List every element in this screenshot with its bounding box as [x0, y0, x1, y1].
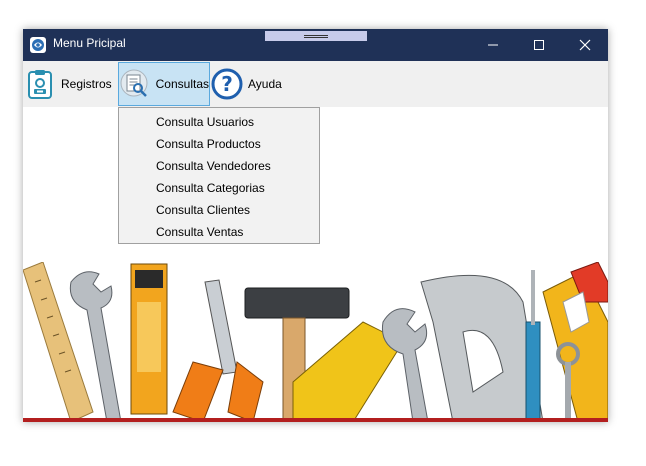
minimize-button[interactable] [470, 29, 516, 61]
dropdown-item-consulta-categorias[interactable]: Consulta Categorias [119, 177, 319, 199]
maximize-button[interactable] [516, 29, 562, 61]
menu-item-ayuda[interactable]: ? Ayuda [210, 62, 286, 106]
menu-item-label: Ayuda [248, 77, 282, 91]
svg-text:?: ? [221, 72, 233, 96]
dropdown-item-consulta-productos[interactable]: Consulta Productos [119, 133, 319, 155]
maximize-icon [534, 40, 544, 50]
window-title: Menu Pricipal [53, 36, 126, 50]
menu-item-registros[interactable]: Registros [23, 62, 115, 106]
main-window: Menu Pricipal Registros Consultas ? Ayud… [23, 29, 608, 422]
document-search-icon [119, 67, 152, 101]
clipboard-id-icon [23, 67, 57, 101]
title-bar[interactable]: Menu Pricipal [23, 29, 608, 61]
dropdown-item-consulta-ventas[interactable]: Consulta Ventas [119, 221, 319, 243]
close-icon [579, 39, 591, 51]
tools-banner-image [23, 262, 608, 422]
menu-bar: Registros Consultas ? Ayuda [23, 61, 608, 107]
dropdown-item-consulta-clientes[interactable]: Consulta Clientes [119, 199, 319, 221]
app-icon [30, 37, 46, 53]
menu-item-label: Registros [61, 77, 112, 91]
menu-item-consultas[interactable]: Consultas [118, 62, 210, 106]
menu-item-label: Consultas [155, 77, 209, 91]
consultas-dropdown-menu: Consulta Usuarios Consulta Productos Con… [118, 107, 320, 244]
help-icon: ? [210, 67, 244, 101]
bottom-accent-line [23, 418, 608, 422]
grip-icon [304, 34, 328, 38]
dropdown-item-consulta-usuarios[interactable]: Consulta Usuarios [119, 111, 319, 133]
close-button[interactable] [562, 29, 608, 61]
dropdown-item-consulta-vendedores[interactable]: Consulta Vendedores [119, 155, 319, 177]
drag-grip[interactable] [265, 31, 367, 41]
minimize-icon [488, 44, 498, 46]
